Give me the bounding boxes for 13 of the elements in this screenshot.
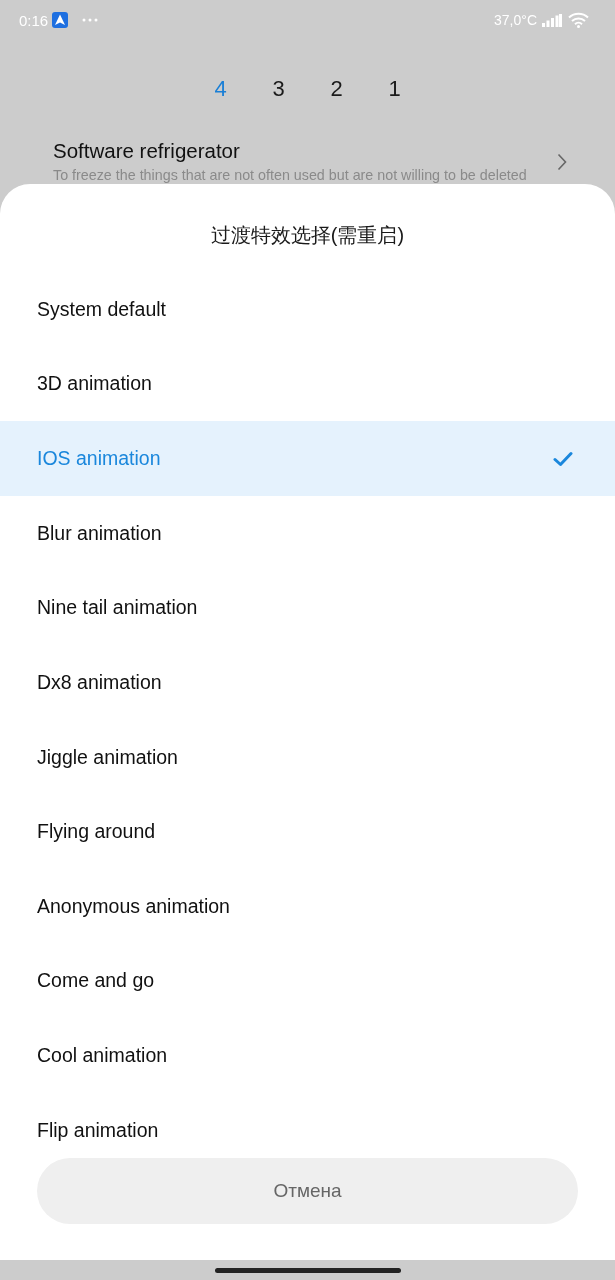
app-icon: [52, 12, 69, 28]
setting-title: Software refrigerator: [53, 139, 241, 163]
chevron-icon: [557, 153, 567, 171]
more-dots-icon: [82, 18, 99, 22]
check-icon: [553, 450, 573, 467]
setting-description: To freeze the things that are not often used but are not willing to be deleted: [53, 167, 528, 183]
page-tab[interactable]: 2: [307, 73, 366, 105]
page-tab[interactable]: 3: [249, 73, 308, 105]
wifi-icon: [568, 12, 589, 28]
sheet-title: 过渡特效选择(需重启): [210, 223, 405, 248]
cancel-button[interactable]: Отмена: [37, 1158, 578, 1224]
signal-icon: [542, 13, 562, 27]
page-tab[interactable]: 1: [365, 73, 424, 105]
